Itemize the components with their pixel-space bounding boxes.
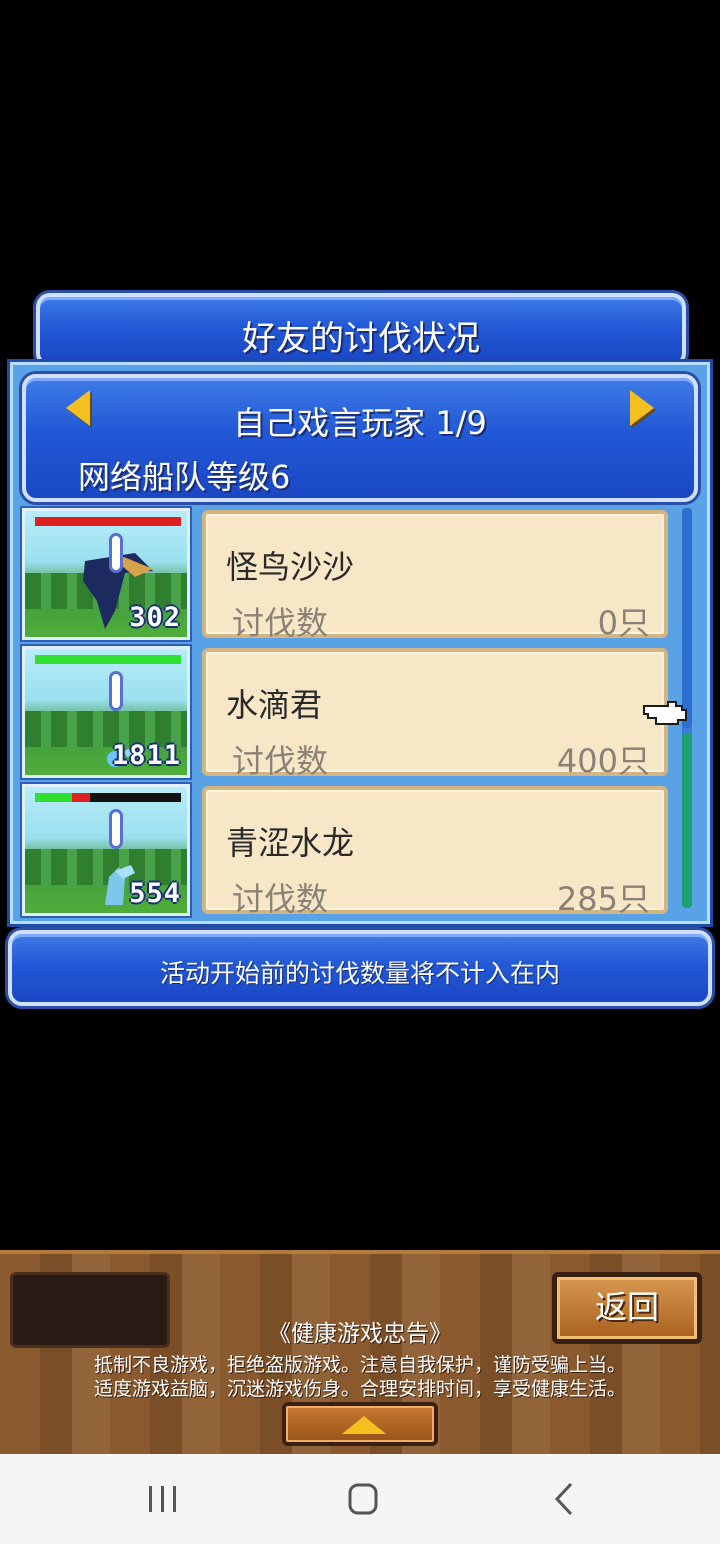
monster-card[interactable]: 青涩水龙 讨伐数 285只 — [202, 786, 668, 918]
pointing-hand-icon — [643, 701, 687, 725]
back-icon[interactable] — [535, 1476, 595, 1522]
list-item[interactable]: 1811 水滴君 讨伐数 400只 — [22, 646, 672, 780]
monster-badge-number: 1811 — [111, 740, 181, 771]
monster-card[interactable]: 怪鸟沙沙 讨伐数 0只 — [202, 510, 668, 642]
monster-thumbnail: 554 — [22, 784, 190, 916]
kill-count-value: 400只 — [556, 742, 650, 780]
system-nav-bar — [0, 1454, 720, 1544]
notice-panel: 活动开始前的讨伐数量将不计入在内 — [8, 930, 712, 1006]
list-item[interactable]: 554 青涩水龙 讨伐数 285只 — [22, 784, 672, 918]
title-panel: 好友的讨伐状况 — [36, 293, 686, 367]
monster-thumbnail: 1811 — [22, 646, 190, 778]
recent-apps-icon[interactable] — [132, 1476, 192, 1522]
monster-card[interactable]: 水滴君 讨伐数 400只 — [202, 648, 668, 780]
health-advice-line: 适度游戏益脑，沉迷游戏伤身。合理安排时间，享受健康生活。 — [93, 1378, 626, 1400]
list-item[interactable]: 302 怪鸟沙沙 讨伐数 0只 — [22, 508, 672, 642]
hp-bar-fill — [35, 517, 181, 526]
monster-badge-number: 302 — [129, 602, 181, 633]
triangle-up-icon — [342, 1416, 386, 1434]
kill-count-label: 讨伐数 — [232, 742, 329, 780]
alert-mark-icon — [109, 809, 123, 849]
footer-bar: 返回 《健康游戏忠告》 抵制不良游戏，拒绝盗版游戏。注意自我保护，谨防受骗上当。… — [0, 1250, 720, 1454]
hp-bar — [35, 655, 181, 664]
kill-count-value: 0只 — [597, 604, 650, 642]
home-icon[interactable] — [333, 1476, 393, 1522]
expand-button[interactable] — [282, 1402, 438, 1446]
notice-text: 活动开始前的讨伐数量将不计入在内 — [159, 959, 560, 988]
scroll-thumb[interactable] — [682, 508, 692, 728]
monster-name: 怪鸟沙沙 — [226, 548, 355, 586]
health-advice-title: 《健康游戏忠告》 — [268, 1321, 452, 1347]
hp-bar-fill — [35, 793, 72, 802]
scroll-track — [682, 733, 692, 908]
kill-count-label: 讨伐数 — [232, 880, 329, 918]
kill-count-label: 讨伐数 — [232, 604, 329, 642]
fleet-level: 网络船队等级6 — [78, 458, 291, 496]
player-name: 自己戏言玩家 1/9 — [233, 404, 487, 442]
alert-mark-icon — [109, 533, 123, 573]
kill-count-value: 285只 — [556, 880, 650, 918]
monster-thumbnail: 302 — [22, 508, 190, 640]
game-screen: 好友的讨伐状况 自己戏言玩家 1/9 网络船队等级6 302 怪鸟沙沙 讨伐数 … — [0, 0, 720, 1544]
page-title: 好友的讨伐状况 — [242, 319, 480, 359]
hp-bar — [35, 517, 181, 526]
health-advice-line: 抵制不良游戏，拒绝盗版游戏。注意自我保护，谨防受骗上当。 — [93, 1354, 626, 1376]
monster-badge-number: 554 — [129, 878, 181, 909]
alert-mark-icon — [109, 671, 123, 711]
player-panel: 自己戏言玩家 1/9 网络船队等级6 — [22, 374, 698, 502]
monster-name: 青涩水龙 — [226, 824, 355, 862]
hp-bar — [35, 793, 181, 802]
hp-bar-fill — [35, 655, 181, 664]
triangle-right-icon[interactable] — [630, 390, 654, 426]
monster-name: 水滴君 — [226, 686, 323, 724]
